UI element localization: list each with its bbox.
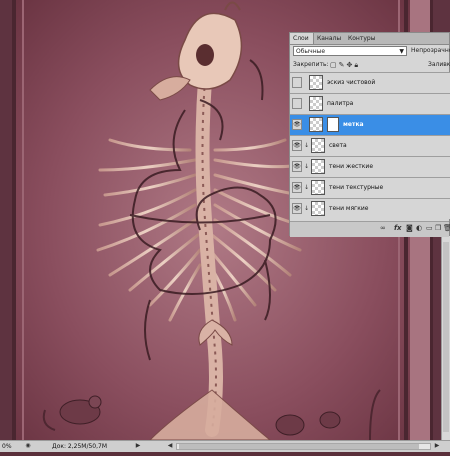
- zoom-level[interactable]: 0%: [2, 441, 12, 452]
- layers-panel-toolbar: ∞ fx ◙ ◐ ▭ ❐ 🗑︎: [290, 221, 450, 237]
- lock-label: Закрепить:: [293, 61, 329, 68]
- document-size: Док: 2,25M/50,7M: [52, 443, 108, 450]
- link-icon[interactable]: ∞: [380, 224, 386, 232]
- layer-row[interactable]: эскиз чистовой: [290, 72, 450, 93]
- panel-tabs: Слои Каналы Контуры: [290, 33, 449, 45]
- scroll-left-icon[interactable]: ◀: [166, 442, 174, 450]
- tab-layers[interactable]: Слои: [290, 33, 314, 44]
- new-layer-icon[interactable]: ❐: [435, 224, 441, 232]
- layer-mask-thumbnail[interactable]: [327, 117, 339, 132]
- opacity-label: Непрозрачность: [411, 47, 450, 54]
- layer-row[interactable]: 👁︎ ↓ тени жесткие: [290, 156, 450, 177]
- eye-icon[interactable]: 👁︎: [292, 119, 302, 130]
- layer-row-selected[interactable]: 👁︎ метка: [290, 114, 450, 135]
- layer-row[interactable]: 👁︎ ↓ тени мягкие: [290, 198, 450, 219]
- scroll-right-icon[interactable]: ▶: [433, 442, 441, 450]
- visibility-toggle[interactable]: [292, 77, 302, 88]
- layer-thumbnail: [309, 96, 323, 111]
- vertical-scrollbar[interactable]: [441, 236, 450, 440]
- layer-thumbnail: [309, 117, 323, 132]
- layer-name: палитра: [327, 100, 354, 107]
- tab-paths[interactable]: Контуры: [345, 33, 381, 44]
- layer-thumbnail: [311, 159, 325, 174]
- horizontal-scrollbar[interactable]: [176, 443, 431, 450]
- layer-name: метка: [343, 121, 364, 128]
- layer-row[interactable]: 👁︎ ↓ света: [290, 135, 450, 156]
- layer-thumbnail: [309, 75, 323, 90]
- status-menu-arrow-icon[interactable]: ▶: [134, 442, 142, 450]
- tab-channels[interactable]: Каналы: [314, 33, 345, 44]
- clip-arrow-icon: ↓: [304, 184, 310, 191]
- layer-name: эскиз чистовой: [327, 79, 376, 86]
- lock-transparency-icon[interactable]: ▢: [330, 61, 339, 69]
- fx-icon[interactable]: fx: [394, 224, 402, 232]
- adjustment-icon[interactable]: ◐: [416, 224, 422, 232]
- layer-row[interactable]: палитра: [290, 93, 450, 114]
- eye-icon[interactable]: 👁︎: [292, 182, 302, 193]
- layers-panel: Слои Каналы Контуры Обычные ▼ Непрозрачн…: [289, 32, 450, 237]
- fill-label: Заливк: [428, 61, 450, 68]
- trash-icon[interactable]: 🗑︎: [443, 224, 450, 232]
- eye-icon[interactable]: 👁︎: [292, 203, 302, 214]
- layer-name: тени жесткие: [329, 163, 374, 170]
- status-nav-icon[interactable]: ◉: [24, 442, 32, 450]
- vertical-scrollbar-thumb[interactable]: [443, 242, 449, 432]
- eye-icon[interactable]: 👁︎: [292, 140, 302, 151]
- status-bar: 0% ◉ Док: 2,25M/50,7M ▶ ◀ ▶: [0, 440, 450, 452]
- lock-icons: ▢✎✥🔒︎: [330, 60, 360, 70]
- layer-thumbnail: [311, 201, 325, 216]
- visibility-toggle[interactable]: [292, 98, 302, 109]
- blend-mode-select[interactable]: Обычные ▼: [293, 46, 407, 56]
- layer-name: тени текстурные: [329, 184, 384, 191]
- layer-row[interactable]: 👁︎ ↓ тени текстурные: [290, 177, 450, 198]
- clip-arrow-icon: ↓: [304, 163, 310, 170]
- folder-icon[interactable]: ▭: [426, 224, 433, 232]
- dropdown-arrow-icon: ▼: [399, 48, 404, 55]
- mask-icon[interactable]: ◙: [406, 224, 413, 232]
- clip-arrow-icon: ↓: [304, 205, 310, 212]
- layer-thumbnail: [311, 180, 325, 195]
- lock-pixels-icon[interactable]: ✎: [339, 61, 347, 69]
- eye-icon[interactable]: 👁︎: [292, 161, 302, 172]
- layer-name: света: [329, 142, 347, 149]
- horizontal-scrollbar-thumb[interactable]: [179, 444, 419, 449]
- blend-mode-value: Обычные: [296, 48, 326, 55]
- layer-thumbnail: [311, 138, 325, 153]
- layer-name: тени мягкие: [329, 205, 369, 212]
- clip-arrow-icon: ↓: [304, 142, 310, 149]
- lock-all-icon[interactable]: 🔒︎: [354, 61, 360, 69]
